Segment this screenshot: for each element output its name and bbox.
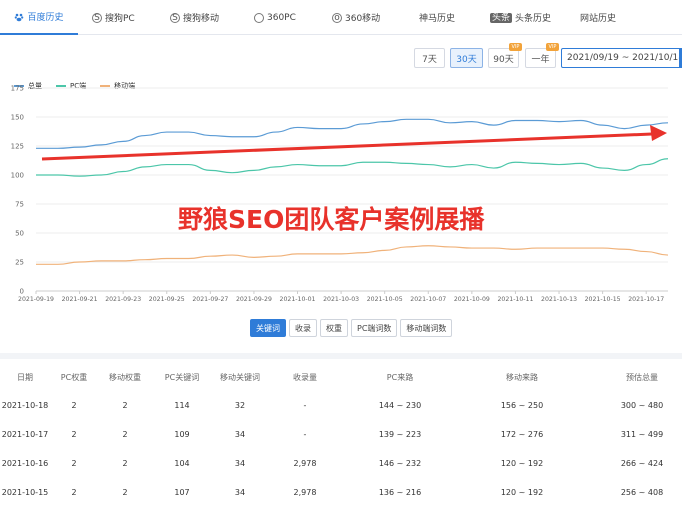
table-cell: 2,978 [293,488,317,497]
x-tick-label: 2021-09-23 [105,296,141,303]
range-30d-button[interactable]: 30天 [450,48,483,68]
y-tick-label: 75 [15,201,24,209]
tab-label: 360移动 [345,14,381,24]
tab-label: 百度历史 [27,13,64,23]
tab-shenma-history[interactable]: 神马历史 [419,0,455,35]
vip-badge: VIP [509,43,522,51]
x-tick-label: 2021-10-11 [497,296,533,303]
toutiao-icon: 头条 [490,12,513,23]
index-button[interactable]: 收录 [289,319,317,337]
x-tick-label: 2021-09-19 [18,296,54,303]
range-1y-button[interactable]: 一年 VIP [525,43,559,68]
x-tick-label: 2021-09-27 [192,296,228,303]
y-tick-label: 0 [20,288,24,296]
date-range-text: 2021/09/19 ~ 2021/10/18 [567,53,682,63]
table-row: 2021-10-15 2 2 107 34 2,978 136 ~ 216 120 ~ 192… [0,478,682,507]
column-header: 收录量 [293,372,317,382]
series-line-0 [36,118,669,149]
range-label: 7天 [422,54,437,65]
tab-label: 网站历史 [580,14,617,24]
weight-button[interactable]: 权重 [320,319,348,337]
tab-sogou-pc[interactable]: S 搜狗PC [92,0,135,35]
x-tick-label: 2021-10-13 [541,296,577,303]
tab-360-pc[interactable]: 360PC [254,0,296,35]
table-cell: 120 ~ 192 [500,459,544,468]
tab-label: 头条历史 [515,14,552,24]
x-tick-label: 2021-10-01 [280,296,316,303]
tab-baidu-history[interactable]: 百度历史 [0,0,78,35]
keyword-button[interactable]: 关键词 [250,319,286,337]
table-cell: 172 ~ 276 [500,430,544,439]
pc-word-count-button[interactable]: PC端词数 [351,319,398,337]
baidu-icon [14,12,24,22]
y-tick-label: 175 [11,85,24,93]
table-cell: 2,978 [293,459,317,468]
table-cell: 156 ~ 250 [500,401,544,410]
table-cell: 300 ~ 480 [620,401,664,410]
table-cell: 136 ~ 216 [378,488,422,497]
x-tick-label: 2021-09-29 [236,296,272,303]
table-header: 日期 PC权重 移动权重 PC关键词 移动关键词 收录量 PC来路 移动来路 预估总量 [0,363,682,391]
table-cell: 146 ~ 232 [378,459,422,468]
y-tick-label: 100 [11,172,24,180]
column-header: 移动来路 [506,372,538,382]
table-row: 2021-10-18 2 2 114 32-144 ~ 230 156 ~ 250 300 … [0,391,682,420]
table-row: 2021-10-16 2 2 104 34 2,978 146 ~ 232 120 ~ 192… [0,449,682,478]
history-tabs: 百度历史 S 搜狗PC S 搜狗移动 360PC o 360移动 神马历史 头条… [0,0,682,35]
x-tick-label: 2021-09-21 [62,296,98,303]
table-cell: 311 ~ 499 [620,430,664,439]
tab-sogou-mobile[interactable]: S 搜狗移动 [170,0,219,35]
360-mobile-icon: o [332,12,342,23]
tab-label: 神马历史 [419,14,456,24]
metric-button-group: 关键词 收录 权重 PC端词数 移动端词数 [250,319,455,337]
x-tick-label: 2021-10-17 [628,296,664,303]
tab-360-mobile[interactable]: o 360移动 [332,0,380,35]
tab-label: 搜狗移动 [183,14,220,24]
range-7d-button[interactable]: 7天 [414,48,445,68]
table-cell: 144 ~ 230 [378,401,422,410]
table-body: 2021-10-18 2 2 114 32-144 ~ 230 156 ~ 250 300 … [0,391,682,507]
table-row: 2021-10-17 2 2 109 34-139 ~ 223 172 ~ 276 311 … [0,420,682,449]
y-tick-label: 25 [15,259,24,267]
table-cell: 120 ~ 192 [500,488,544,497]
mobile-word-count-button[interactable]: 移动端词数 [400,319,453,337]
360-icon [254,12,264,23]
history-table: 日期 PC权重 移动权重 PC关键词 移动关键词 收录量 PC来路 移动来路 预估总量 2021… [0,363,682,507]
x-tick-label: 2021-10-05 [367,296,403,303]
table-cell: - [303,401,307,410]
sogou-icon: S [92,12,102,23]
watermark-text: 野狼SEO团队客户案例展播 [178,205,485,234]
x-tick-label: 2021-09-25 [149,296,185,303]
y-tick-label: 50 [15,230,24,238]
vip-badge: VIP [546,43,559,51]
keyword-trend-chart: 0 25 50 75 100 125 150 175 2021-09-19 2021-09-21 2… [11,85,669,303]
table-cell: 266 ~ 424 [620,459,664,468]
x-tick-label: 2021-10-07 [410,296,446,303]
range-label: 30天 [456,54,477,65]
series-line-1 [35,158,669,177]
section-divider [0,353,682,359]
range-90d-button[interactable]: 90天 VIP [488,43,522,68]
sogou-mobile-icon: S [170,12,180,23]
x-tick-label: 2021-10-15 [585,296,621,303]
range-label: 一年 [531,54,550,65]
tab-toutiao-history[interactable]: 头条 头条历史 [490,0,551,35]
tab-label: 360PC [267,12,296,23]
date-range-picker[interactable]: 2021/09/19 ~ 2021/10/18 [561,48,682,68]
x-tick-label: 2021-10-03 [323,296,359,303]
x-tick-label: 2021-10-09 [454,296,490,303]
table-cell: - [303,430,307,439]
y-tick-label: 125 [11,143,24,151]
y-tick-label: 150 [11,114,24,122]
tab-site-history[interactable]: 网站历史 [580,0,616,35]
column-header: 预估总量 [626,372,658,382]
table-cell: 256 ~ 408 [620,488,664,497]
table-cell: 139 ~ 223 [378,430,422,439]
range-label: 90天 [493,54,514,65]
column-header: PC来路 [386,372,414,382]
tab-label: 搜狗PC [105,14,135,24]
